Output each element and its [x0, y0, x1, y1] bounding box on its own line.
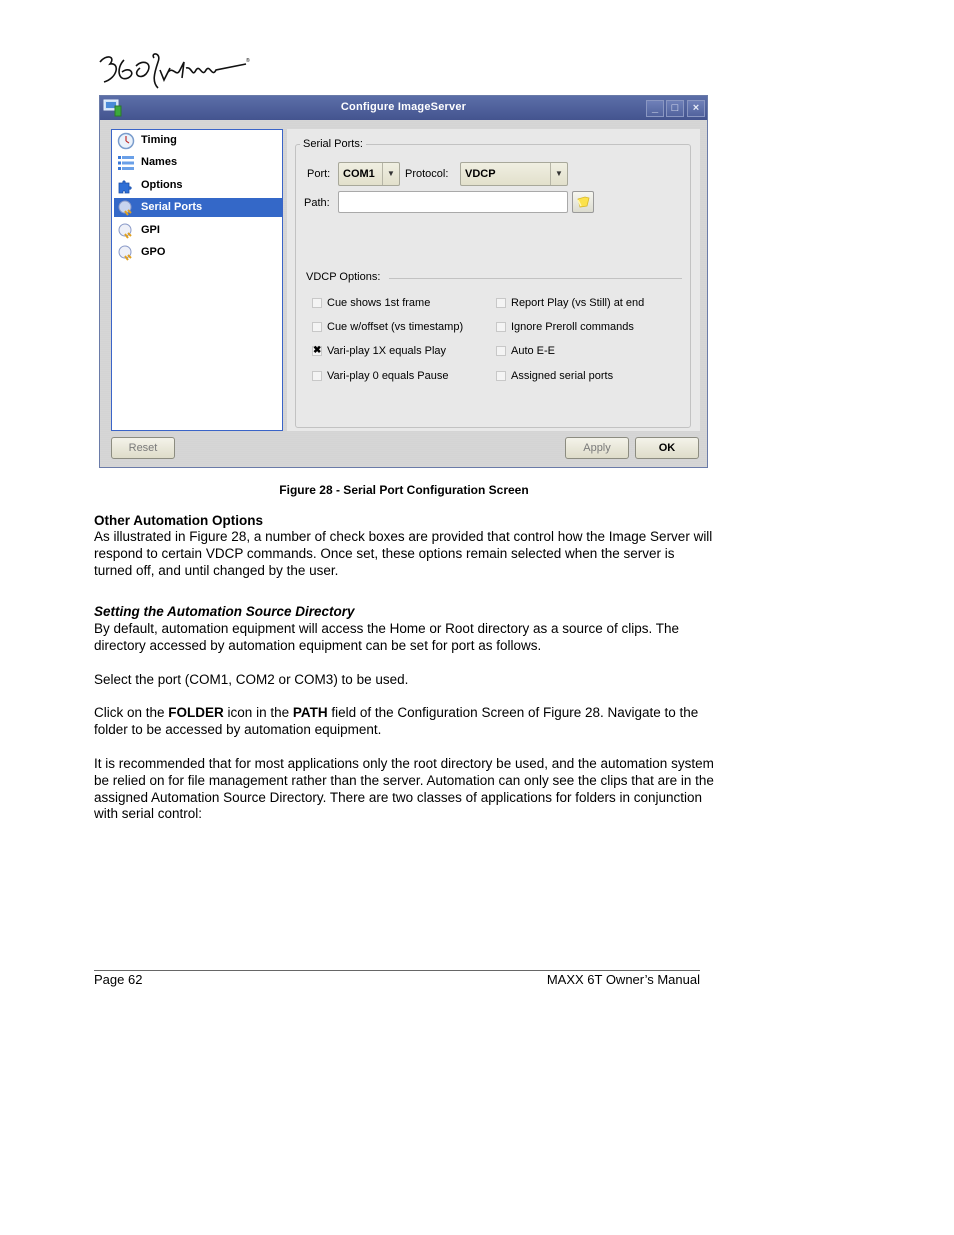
checkbox-box[interactable]: [496, 371, 506, 381]
maximize-button[interactable]: □: [666, 100, 684, 117]
chevron-down-icon[interactable]: ▼: [550, 163, 567, 185]
plug-icon: [118, 200, 132, 216]
page-number: Page 62: [94, 972, 143, 987]
emphasis-path: PATH: [292, 705, 328, 720]
dialog-title: Configure ImageServer: [340, 101, 467, 113]
checkbox-label: Cue w/offset (vs timestamp): [327, 321, 464, 333]
text: Click on the: [94, 705, 169, 720]
footer-divider: [94, 970, 700, 971]
ok-button[interactable]: OK: [635, 437, 699, 459]
protocol-value: VDCP: [465, 168, 496, 180]
sidebar-item-label: GPI: [141, 224, 160, 236]
close-button[interactable]: ×: [687, 100, 705, 117]
section-heading: Setting the Automation Source Directory: [94, 604, 355, 619]
checkbox-label: Ignore Preroll commands: [511, 321, 634, 333]
plug-icon: [118, 223, 132, 239]
checkbox-label: Report Play (vs Still) at end: [511, 297, 645, 309]
checkbox-box[interactable]: [312, 322, 322, 332]
sidebar-item-gpi[interactable]: GPI: [114, 221, 282, 240]
configure-dialog: Configure ImageServer _ □ × Timing Names…: [99, 95, 708, 468]
paragraph: By default, automation equipment will ac…: [94, 621, 680, 653]
puzzle-icon: [118, 180, 132, 194]
section-heading: Other Automation Options: [94, 513, 263, 528]
clock-icon: [117, 132, 135, 150]
sidebar-item-label: Timing: [141, 134, 177, 146]
paragraph: It is recommended that for most applicat…: [94, 756, 714, 822]
checkbox-box[interactable]: [496, 322, 506, 332]
sidebar-item-label: Options: [141, 179, 183, 191]
serial-ports-panel: Serial Ports: Port: COM1 ▼ Protocol: VDC…: [287, 129, 700, 431]
protocol-label: Protocol:: [405, 168, 449, 180]
checkbox-label: Cue shows 1st frame: [327, 297, 431, 309]
sidebar-item-label: Names: [141, 156, 178, 168]
serial-ports-legend: Serial Ports:: [300, 138, 366, 150]
checkbox-box[interactable]: [312, 371, 322, 381]
paragraph: Select the port (COM1, COM2 or COM3) to …: [94, 672, 409, 687]
sidebar-item-gpo[interactable]: GPO: [114, 243, 282, 262]
sidebar-item-label: GPO: [141, 246, 166, 258]
emphasis-folder: FOLDER: [168, 705, 224, 720]
paragraph: As illustrated in Figure 28, a number of…: [94, 529, 713, 578]
brand-logo-icon: ®: [99, 53, 250, 89]
checkbox-label: Vari-play 1X equals Play: [327, 345, 447, 357]
plug-icon: [118, 245, 132, 261]
checkbox-box[interactable]: [496, 346, 506, 356]
minimize-button[interactable]: _: [646, 100, 664, 117]
port-label: Port:: [307, 168, 331, 180]
vdcp-options-legend: VDCP Options:: [306, 271, 381, 283]
sidebar-item-names[interactable]: Names: [114, 153, 282, 172]
port-select[interactable]: COM1 ▼: [338, 162, 400, 186]
folder-icon: [577, 196, 590, 208]
sidebar-item-label: Serial Ports: [141, 201, 203, 213]
sidebar-item-options[interactable]: Options: [114, 176, 282, 195]
checkbox-label: Vari-play 0 equals Pause: [327, 370, 449, 382]
list-icon: [118, 156, 134, 170]
chevron-down-icon[interactable]: ▼: [382, 163, 399, 185]
apply-button[interactable]: Apply: [565, 437, 629, 459]
settings-category-list: Timing Names Options Serial Ports GPI GP…: [111, 129, 283, 431]
divider: [389, 278, 682, 279]
folder-browse-button[interactable]: [572, 191, 594, 213]
reset-button[interactable]: Reset: [111, 437, 175, 459]
manual-title: MAXX 6T Owner’s Manual: [546, 972, 700, 987]
title-bar[interactable]: Configure ImageServer _ □ ×: [100, 96, 707, 120]
sidebar-item-serial-ports[interactable]: Serial Ports: [114, 198, 282, 217]
paragraph: Click on the FOLDER icon in the PATH fie…: [94, 705, 714, 739]
protocol-select[interactable]: VDCP ▼: [460, 162, 568, 186]
svg-text:®: ®: [246, 57, 250, 64]
figure-caption: Figure 28 - Serial Port Configuration Sc…: [279, 483, 529, 497]
checkbox-label: Assigned serial ports: [511, 370, 614, 382]
text: icon in the: [223, 705, 293, 720]
serial-ports-group: [295, 144, 691, 428]
checkbox-box[interactable]: [312, 298, 322, 308]
path-label: Path:: [304, 197, 330, 209]
dialog-body: Timing Names Options Serial Ports GPI GP…: [100, 120, 707, 467]
checkbox-box[interactable]: [496, 298, 506, 308]
checkbox-label: Auto E-E: [511, 345, 556, 357]
path-input[interactable]: [338, 191, 568, 213]
checkbox-box-checked[interactable]: ✖: [312, 346, 322, 356]
sidebar-item-timing[interactable]: Timing: [114, 131, 282, 150]
port-value: COM1: [343, 168, 375, 180]
